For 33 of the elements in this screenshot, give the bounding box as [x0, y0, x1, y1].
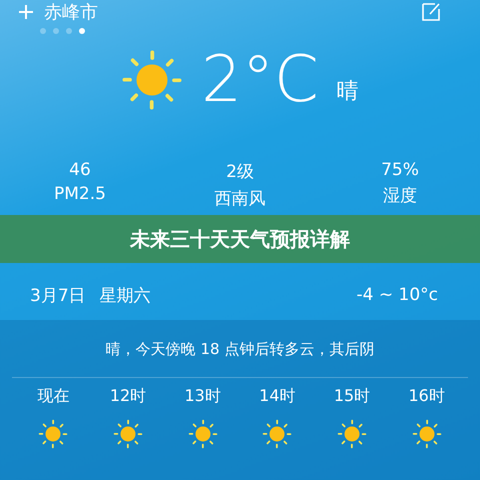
city-name: 赤峰市: [44, 1, 98, 24]
sun-icon: [188, 419, 218, 449]
sun-icon: [412, 419, 442, 449]
temperature-range: -4 ~ 10°c: [356, 285, 438, 305]
edit-icon[interactable]: [420, 1, 442, 23]
stat-label: 西南风: [214, 188, 266, 210]
hour-label: 14时: [259, 386, 296, 407]
page-dot[interactable]: [79, 28, 85, 34]
stat-value: 46: [68, 160, 92, 180]
sun-icon: [121, 49, 184, 111]
stat-value: 2级: [225, 161, 255, 183]
sun-icon: [112, 419, 143, 449]
sun-icon: [336, 419, 367, 449]
sun-icon: [262, 419, 292, 449]
add-icon[interactable]: [18, 4, 34, 20]
hour-label: 12时: [110, 386, 146, 407]
hour-label: 15时: [334, 386, 370, 407]
page-dot[interactable]: [66, 28, 72, 34]
hour-label: 现在: [37, 386, 70, 407]
date: 3月7日: [30, 284, 86, 306]
stat-label: 湿度: [382, 185, 418, 207]
banner-title: 未来三十天天气预报详解: [0, 215, 480, 263]
sun-icon: [38, 419, 68, 449]
weekday: 星期六: [100, 284, 151, 306]
hour-label: 16时: [408, 386, 445, 407]
stat-label: PM2.5: [53, 184, 107, 204]
page-dot[interactable]: [53, 28, 59, 34]
stat-value: 75%: [380, 160, 420, 180]
condition: 晴: [336, 78, 359, 106]
hour-label: 13时: [184, 386, 221, 407]
temperature: 2°C: [201, 48, 319, 112]
weather-summary: 晴，今天傍晚 18 点钟后转多云，其后阴: [104, 339, 376, 360]
page-dot[interactable]: [40, 28, 46, 34]
